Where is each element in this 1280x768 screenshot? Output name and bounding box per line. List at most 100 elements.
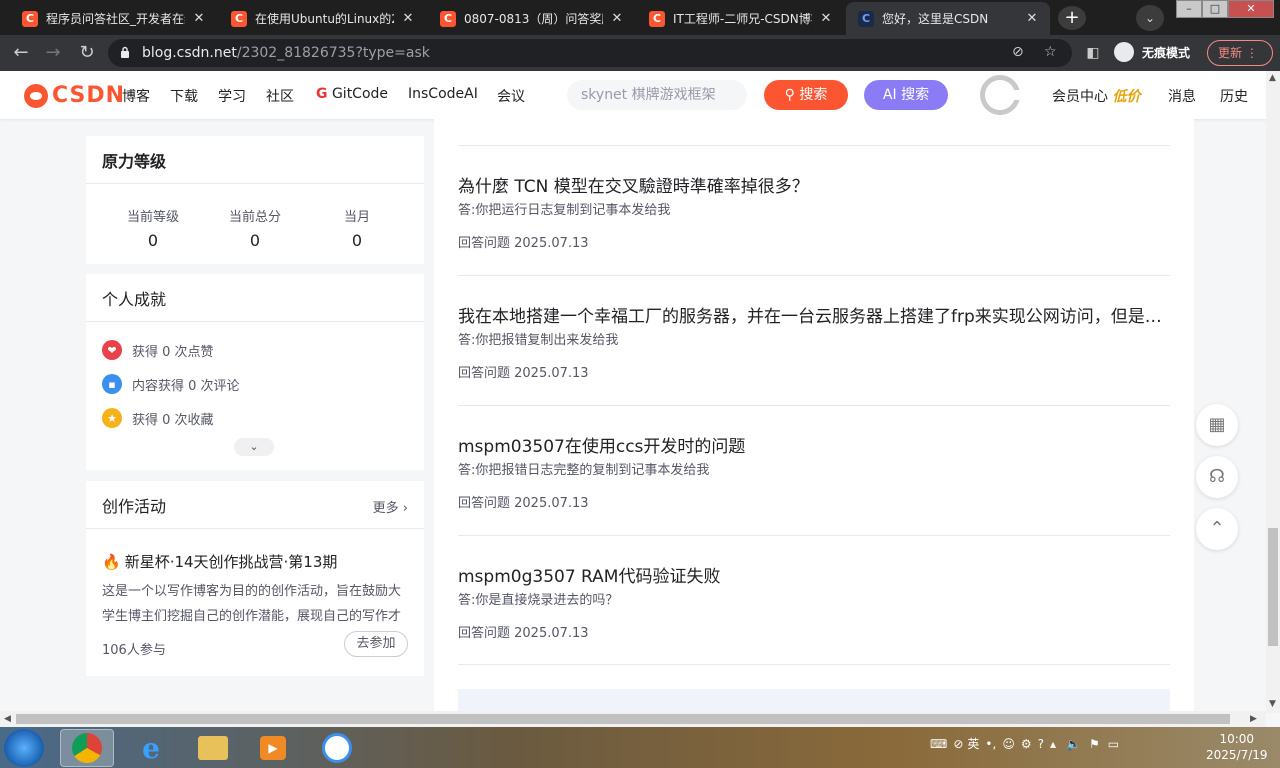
browser-tab[interactable]: C IT工程师-二师兄-CSDN博客 ✕ bbox=[637, 2, 844, 35]
nav-history[interactable]: 历史 bbox=[1220, 86, 1248, 106]
back-to-top-icon[interactable]: ⌃ bbox=[1196, 508, 1238, 550]
tray-emoji-icon[interactable]: ☺ bbox=[1002, 737, 1015, 751]
taskbar-ie[interactable]: e bbox=[124, 729, 178, 767]
close-tab-icon[interactable]: ✕ bbox=[818, 11, 834, 26]
new-tab-button[interactable]: + bbox=[1058, 6, 1086, 30]
minimize-button[interactable]: – bbox=[1176, 0, 1202, 18]
browser-tab[interactable]: C 0807-0813（周）问答奖励 ✕ bbox=[428, 2, 635, 35]
qrcode-icon[interactable]: ▦ bbox=[1196, 404, 1238, 446]
nav-messages[interactable]: 消息 bbox=[1168, 86, 1196, 106]
tray-settings-icon[interactable]: ⚙ bbox=[1021, 737, 1032, 751]
expand-chevron-icon[interactable]: ⌄ bbox=[234, 438, 274, 456]
nav-link-download[interactable]: 下载 bbox=[170, 86, 198, 106]
eye-off-icon[interactable]: ⊘ bbox=[1012, 44, 1024, 60]
join-event-button[interactable]: 去参加 bbox=[344, 631, 408, 657]
csdn-dark-favicon-icon: C bbox=[858, 10, 874, 27]
answers-list: 為什麼 TCN 模型在交叉驗證時準確率掉很多？ 答:你把运行日志复制到记事本发给… bbox=[434, 119, 1194, 713]
csdn-top-nav: CSDN 博客 下载 学习 社区 G GitCode InsCodeAI 会议 … bbox=[0, 71, 1266, 119]
reload-icon[interactable]: ↻ bbox=[76, 43, 98, 63]
nav-link-community[interactable]: 社区 bbox=[266, 86, 294, 106]
events-more-link[interactable]: 更多 › bbox=[373, 497, 408, 516]
scroll-up-arrow-icon[interactable]: ▲ bbox=[1269, 73, 1276, 83]
csdn-logo[interactable]: CSDN bbox=[24, 83, 125, 108]
tray-help-icon[interactable]: ? bbox=[1038, 737, 1044, 751]
ime-language[interactable]: 英 bbox=[967, 735, 979, 752]
tray-punct-icon[interactable]: •, bbox=[985, 737, 996, 751]
star-badge-icon: ★ bbox=[102, 408, 122, 428]
close-tab-icon[interactable]: ✕ bbox=[609, 11, 625, 26]
stat-label: 当月 bbox=[343, 210, 370, 225]
taskbar-chrome[interactable] bbox=[60, 729, 114, 767]
close-tab-icon[interactable]: ✕ bbox=[1024, 11, 1040, 26]
browser-tab[interactable]: C 程序员问答社区_开发者在线 ✕ bbox=[10, 2, 217, 35]
answer-excerpt: 答:你把报错日志完整的复制到记事本发给我 bbox=[458, 463, 710, 478]
answer-meta: 回答问题 2025.07.13 bbox=[458, 626, 589, 641]
question-title[interactable]: mspm03507在使用ccs开发时的问题 bbox=[458, 432, 1170, 457]
fire-icon: 🔥 bbox=[102, 553, 121, 571]
incognito-indicator[interactable]: 无痕模式 bbox=[1114, 42, 1190, 62]
achievement-text: 获得 0 次收藏 bbox=[132, 412, 214, 428]
question-title[interactable]: mspm0g3507 RAM代码验证失败 bbox=[458, 562, 1170, 587]
close-tab-icon[interactable]: ✕ bbox=[191, 11, 207, 26]
side-panel-icon[interactable]: ◧ bbox=[1082, 43, 1104, 63]
stat-label: 当前等级 bbox=[126, 210, 179, 225]
cloud-drive-icon bbox=[322, 733, 352, 763]
nav-link-inscodeai[interactable]: InsCodeAI bbox=[408, 86, 478, 102]
user-avatar[interactable] bbox=[980, 75, 1021, 115]
search-button-label: 搜索 bbox=[799, 87, 828, 103]
nav-link-learn[interactable]: 学习 bbox=[218, 86, 246, 106]
network-icon[interactable]: ⚑ bbox=[1089, 737, 1100, 751]
taskbar-clock[interactable]: 10:00 2025/7/19 bbox=[1206, 731, 1268, 763]
vertical-scrollbar[interactable]: ▲ ▼ bbox=[1266, 71, 1280, 713]
browser-tab[interactable]: C 在使用Ubuntu的Linux的2 ✕ bbox=[219, 2, 426, 35]
vertical-scroll-thumb[interactable] bbox=[1268, 528, 1278, 646]
event-title[interactable]: 🔥 新星杯·14天创作挑战营·第13期 bbox=[102, 551, 337, 572]
horizontal-scrollbar[interactable]: ◀ ▶ bbox=[0, 711, 1266, 727]
start-button[interactable] bbox=[4, 729, 44, 767]
vip-label: 会员中心 bbox=[1052, 89, 1108, 105]
close-window-button[interactable]: ✕ bbox=[1228, 0, 1274, 18]
taskbar-explorer[interactable] bbox=[186, 729, 240, 767]
taskbar-baidu-netdisk[interactable] bbox=[310, 729, 364, 767]
search-button[interactable]: ⚲ 搜索 bbox=[764, 80, 848, 110]
tray-block-icon[interactable]: ⊘ bbox=[953, 737, 963, 751]
bookmark-star-icon[interactable]: ☆ bbox=[1044, 44, 1057, 60]
tab-search-icon[interactable]: ⌄ bbox=[1136, 5, 1164, 31]
vip-center-link[interactable]: 会员中心 低价 bbox=[1052, 86, 1140, 106]
system-tray: ⌨ ⊘ 英 •, ☺ ⚙ ? ▴ 🔈 ⚑ ▭ bbox=[930, 735, 1119, 752]
csdn-mascot-icon bbox=[24, 83, 48, 108]
maximize-button[interactable]: □ bbox=[1202, 0, 1228, 18]
gitcode-label: GitCode bbox=[331, 86, 389, 102]
question-title[interactable]: 為什麼 TCN 模型在交叉驗證時準確率掉很多？ bbox=[458, 172, 1170, 197]
tray-keyboard-icon[interactable]: ⌨ bbox=[930, 737, 947, 751]
ai-search-button[interactable]: AI 搜索 bbox=[864, 80, 948, 110]
update-label: 更新 bbox=[1218, 46, 1243, 60]
scroll-right-arrow-icon[interactable]: ▶ bbox=[1250, 714, 1257, 724]
scroll-down-arrow-icon[interactable]: ▼ bbox=[1269, 699, 1276, 709]
tray-expand-icon[interactable]: ▴ bbox=[1050, 737, 1056, 751]
nav-link-conference[interactable]: 会议 bbox=[497, 86, 525, 106]
browser-tab-active[interactable]: C 您好，这里是CSDN ✕ bbox=[846, 2, 1050, 35]
volume-icon[interactable]: 🔈 bbox=[1066, 737, 1081, 751]
close-tab-icon[interactable]: ✕ bbox=[400, 11, 416, 26]
customer-service-icon[interactable]: ☊ bbox=[1196, 456, 1238, 498]
taskbar-media[interactable]: ▶ bbox=[246, 729, 300, 767]
tab-title: 0807-0813（周）问答奖励 bbox=[464, 12, 603, 26]
update-button[interactable]: 更新 ⋮ bbox=[1207, 40, 1273, 66]
search-input[interactable]: skynet 棋牌游戏框架 bbox=[567, 80, 747, 110]
clock-date: 2025/7/19 bbox=[1206, 748, 1268, 762]
question-title[interactable]: 我在本地搭建一个幸福工厂的服务器，并在一台云服务器上搭建了frp来实现公网访问，… bbox=[458, 302, 1170, 327]
browser-tab-bar: C 程序员问答社区_开发者在线 ✕ C 在使用Ubuntu的Linux的2 ✕ … bbox=[0, 0, 1280, 35]
nav-link-gitcode[interactable]: G GitCode bbox=[316, 86, 388, 102]
comment-badge-icon: ▪ bbox=[102, 374, 122, 394]
horizontal-scroll-thumb[interactable] bbox=[16, 714, 1230, 724]
vip-tag: 低价 bbox=[1112, 89, 1141, 105]
address-bar[interactable]: blog.csdn.net/2302_81826735?type=ask ⊘ ☆ bbox=[108, 39, 1072, 67]
back-arrow-icon[interactable]: ← bbox=[10, 43, 32, 63]
scroll-left-arrow-icon[interactable]: ◀ bbox=[4, 714, 11, 724]
display-icon[interactable]: ▭ bbox=[1108, 737, 1119, 751]
list-item: 為什麼 TCN 模型在交叉驗證時準確率掉很多？ 答:你把运行日志复制到记事本发给… bbox=[458, 145, 1170, 275]
forward-arrow-icon[interactable]: → bbox=[42, 43, 64, 63]
nav-link-blog[interactable]: 博客 bbox=[122, 86, 150, 106]
search-icon: ⚲ bbox=[784, 87, 795, 103]
